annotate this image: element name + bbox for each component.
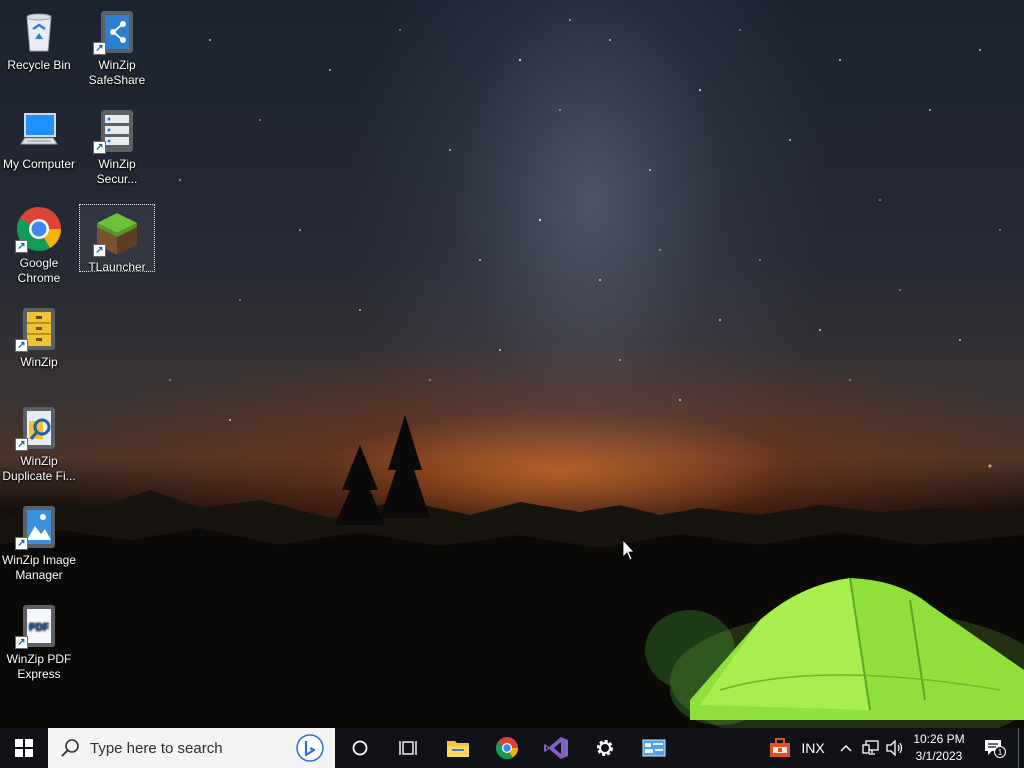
cortana-button[interactable] (340, 728, 380, 768)
show-hidden-icons-button[interactable] (836, 728, 856, 768)
taskbar-search-box[interactable]: Type here to search (48, 728, 335, 768)
shortcut-arrow-icon: ↗ (93, 141, 106, 154)
network-button[interactable] (860, 728, 882, 768)
computer-icon (15, 106, 63, 154)
recycle-bin-icon (15, 7, 63, 55)
control-panel-button[interactable] (634, 728, 674, 768)
pdf-badge-text: PDF (29, 622, 49, 633)
desktop-icon-label: Recycle Bin (7, 58, 71, 72)
volume-button[interactable] (884, 728, 906, 768)
shortcut-arrow-icon: ↗ (15, 438, 28, 451)
task-view-button[interactable] (388, 728, 428, 768)
search-icon (61, 739, 79, 757)
notification-count: 1 (998, 748, 1003, 757)
gear-icon (597, 740, 613, 756)
stars (169, 19, 1001, 468)
desktop-icon-label: Google Chrome (17, 256, 61, 285)
taskbar: Type here to search INX 10:26 PM 3/1/202… (0, 728, 1024, 768)
desktop-icon-label: WinZip SafeShare (88, 58, 146, 87)
search-placeholder: Type here to search (90, 739, 223, 757)
desktop-icon-winzip-duplicate[interactable]: ↗ WinZip Duplicate Fi... (1, 399, 77, 484)
control-panel-icon (642, 739, 666, 757)
chrome-icon (496, 737, 518, 759)
desktop-icon-label: TLauncher (88, 260, 146, 274)
shortcut-arrow-icon: ↗ (93, 244, 106, 257)
desktop-icon-label: WinZip Secur... (96, 157, 138, 186)
file-explorer-button[interactable] (438, 728, 478, 768)
desktop-icon-label: WinZip Image Manager (1, 553, 77, 582)
shortcut-arrow-icon: ↗ (15, 339, 28, 352)
task-view-icon (399, 741, 417, 755)
show-desktop-button[interactable] (1018, 728, 1024, 768)
desktop-icon-winzip-safeshare[interactable]: ↗ WinZip SafeShare (79, 3, 155, 88)
desktop-icon-label: WinZip (20, 355, 58, 369)
shortcut-arrow-icon: ↗ (93, 42, 106, 55)
desktop-icon-winzip[interactable]: ↗ WinZip (1, 300, 77, 370)
input-language-indicator[interactable]: INX (796, 728, 830, 768)
desktop-icon-my-computer[interactable]: My Computer (1, 102, 77, 172)
settings-button[interactable] (585, 728, 625, 768)
speaker-icon (886, 740, 903, 756)
start-button[interactable] (0, 728, 48, 768)
winzip-icon: ↗ (15, 304, 63, 352)
winzip-secure-backup-icon: ↗ (93, 106, 141, 154)
chrome-icon: ↗ (15, 205, 63, 253)
visual-studio-icon (544, 737, 568, 759)
clock-time: 10:26 PM (913, 732, 965, 746)
notification-icon: 1 (985, 740, 1006, 758)
desktop-icon-winzip-image-manager[interactable]: ↗ WinZip Image Manager (1, 498, 77, 583)
folder-icon (447, 741, 469, 757)
chrome-taskbar-button[interactable] (487, 728, 527, 768)
language-label: INX (801, 740, 825, 756)
chevron-up-icon (840, 745, 852, 752)
desktop-icon-winzip-pdf-express[interactable]: PDF ↗ WinZip PDF Express (1, 597, 77, 682)
taskbar-clock[interactable]: 10:26 PM 3/1/2023 (907, 731, 971, 765)
desktop-icon-winzip-secure[interactable]: ↗ WinZip Secur... (79, 102, 155, 187)
desktop-icon-label: WinZip PDF Express (6, 652, 72, 681)
shortcut-arrow-icon: ↗ (15, 636, 28, 649)
winzip-pdf-express-icon: PDF ↗ (15, 601, 63, 649)
tray-app-button[interactable] (765, 728, 795, 768)
network-icon (862, 740, 879, 755)
desktop-icon-tlauncher[interactable]: ↗ TLauncher (79, 204, 155, 274)
toolbox-icon (770, 738, 790, 757)
desktop-icon-label: WinZip Duplicate Fi... (2, 454, 76, 483)
shortcut-arrow-icon: ↗ (15, 240, 28, 253)
desktop-icon-google-chrome[interactable]: ↗ Google Chrome (1, 201, 77, 286)
bing-icon[interactable] (295, 733, 325, 763)
action-center-button[interactable]: 1 (978, 728, 1012, 768)
tlauncher-icon: ↗ (93, 209, 141, 257)
desktop-icon-recycle-bin[interactable]: Recycle Bin (1, 3, 77, 73)
winzip-safeshare-icon: ↗ (93, 7, 141, 55)
winzip-image-manager-icon: ↗ (15, 502, 63, 550)
cortana-circle-icon (352, 740, 368, 756)
windows-start-icon (15, 739, 33, 757)
clock-date: 3/1/2023 (915, 749, 963, 763)
winzip-duplicate-finder-icon: ↗ (15, 403, 63, 451)
visual-studio-button[interactable] (536, 728, 576, 768)
desktop-icon-label: My Computer (2, 157, 76, 171)
shortcut-arrow-icon: ↗ (15, 537, 28, 550)
